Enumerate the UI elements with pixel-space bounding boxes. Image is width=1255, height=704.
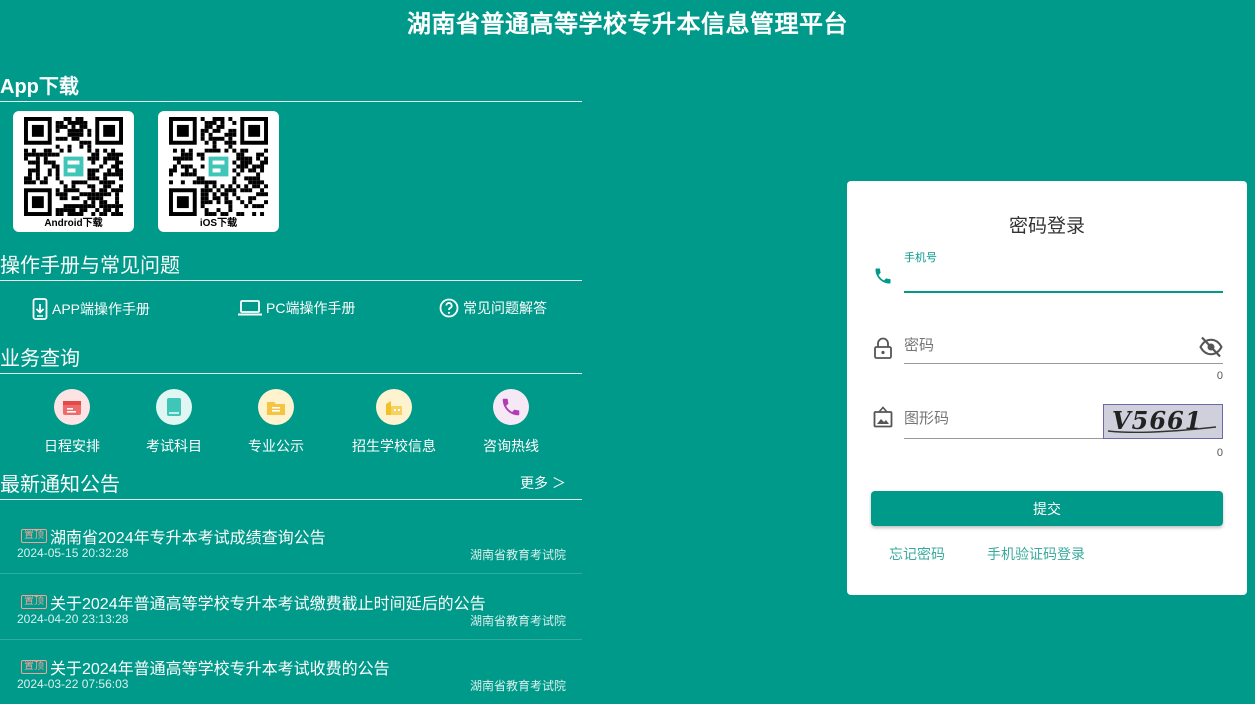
- mobile-download-icon: [32, 298, 48, 320]
- biz-school-info-label: 招生学校信息: [352, 438, 436, 454]
- faq-label: 常见问题解答: [463, 300, 547, 316]
- notice-date: 2024-03-22 07:56:03: [17, 677, 129, 691]
- lock-icon: [874, 337, 892, 359]
- notice-item[interactable]: 置顶 关于2024年普通高等学校专升本考试缴费截止时间延后的公告 2024-04…: [0, 573, 582, 640]
- manual-faq-heading: 操作手册与常见问题: [0, 249, 582, 281]
- school-icon: [376, 389, 412, 425]
- eye-off-icon[interactable]: [1199, 336, 1223, 358]
- ios-download-label: iOS下载: [199, 218, 238, 229]
- captcha-input[interactable]: [904, 410, 1094, 427]
- notice-date: 2024-05-15 20:32:28: [17, 546, 129, 560]
- notice-title-row[interactable]: 置顶 关于2024年普通高等学校专升本考试收费的公告: [21, 655, 390, 679]
- page-title: 湖南省普通高等学校专升本信息管理平台: [407, 11, 848, 38]
- biz-schedule-label: 日程安排: [44, 438, 100, 454]
- notice-item[interactable]: 置顶 湖南省2024年专升本考试成绩查询公告 2024-05-15 20:32:…: [0, 507, 582, 574]
- biz-major-announcement[interactable]: 专业公示: [226, 389, 326, 456]
- question-circle-icon: [439, 298, 459, 318]
- app-manual-label: APP端操作手册: [52, 301, 151, 317]
- submit-button[interactable]: 提交: [871, 491, 1223, 526]
- notice-title: 湖南省2024年专升本考试成绩查询公告: [50, 530, 326, 547]
- biz-major-announcement-label: 专业公示: [248, 438, 304, 454]
- notice-source: 湖南省教育考试院: [469, 548, 566, 562]
- book-icon: [156, 389, 192, 425]
- notice-title: 关于2024年普通高等学校专升本考试缴费截止时间延后的公告: [50, 596, 486, 613]
- business-query-heading: 业务查询: [0, 342, 582, 374]
- biz-hotline-label: 咨询热线: [483, 438, 539, 454]
- notice-title-row[interactable]: 置顶 关于2024年普通高等学校专升本考试缴费截止时间延后的公告: [21, 590, 486, 614]
- captcha-text: V5661: [1112, 406, 1202, 435]
- ios-qrcode: [169, 117, 268, 216]
- notice-source: 湖南省教育考试院: [469, 614, 566, 628]
- captcha-counter: 0: [1216, 447, 1223, 459]
- biz-school-info[interactable]: 招生学校信息: [344, 389, 444, 456]
- ios-qrcode-card[interactable]: iOS下载: [158, 111, 279, 232]
- pinned-badge: 置顶: [21, 660, 47, 674]
- forgot-password-link[interactable]: 忘记密码: [889, 544, 945, 564]
- captcha-field[interactable]: [904, 410, 1104, 439]
- phone-input[interactable]: [904, 267, 1184, 284]
- notice-title: 关于2024年普通高等学校专升本考试收费的公告: [50, 661, 390, 678]
- biz-exam-subjects-label: 考试科目: [146, 438, 202, 454]
- faq-link[interactable]: 常见问题解答: [439, 298, 547, 318]
- biz-schedule[interactable]: 日程安排: [22, 389, 122, 456]
- biz-hotline[interactable]: 咨询热线: [461, 389, 561, 456]
- sms-login-link[interactable]: 手机验证码登录: [987, 544, 1085, 564]
- laptop-icon: [238, 300, 262, 316]
- notice-item[interactable]: 置顶 关于2024年普通高等学校专升本考试收费的公告 2024-03-22 07…: [0, 638, 582, 704]
- captcha-image[interactable]: V5661: [1103, 404, 1223, 439]
- pinned-badge: 置顶: [21, 529, 47, 543]
- app-download-heading: App下载: [0, 70, 582, 102]
- login-title: 密码登录: [1008, 216, 1085, 237]
- pc-manual-link[interactable]: PC端操作手册: [238, 298, 355, 318]
- phone-field[interactable]: [904, 267, 1223, 293]
- notice-date: 2024-04-20 23:13:28: [17, 612, 129, 626]
- password-counter: 0: [1216, 370, 1223, 382]
- pinned-badge: 置顶: [21, 595, 47, 609]
- android-qrcode-card[interactable]: Android下载: [13, 111, 134, 232]
- app-manual-link[interactable]: APP端操作手册: [32, 298, 150, 320]
- image-icon: [873, 406, 893, 428]
- folder-icon: [258, 389, 294, 425]
- android-download-label: Android下载: [44, 218, 103, 229]
- password-input[interactable]: [904, 337, 1184, 354]
- phone-label: 手机号: [904, 252, 937, 264]
- password-field[interactable]: [904, 337, 1223, 364]
- android-qrcode: [24, 117, 123, 216]
- notice-source: 湖南省教育考试院: [469, 679, 566, 693]
- phone-icon: [493, 389, 529, 425]
- pc-manual-label: PC端操作手册: [266, 300, 356, 316]
- more-notices-link[interactable]: 更多 ＞: [520, 473, 566, 493]
- calendar-icon: [54, 389, 90, 425]
- notice-title-row[interactable]: 置顶 湖南省2024年专升本考试成绩查询公告: [21, 524, 326, 548]
- notice-heading: 最新通知公告: [0, 468, 582, 500]
- biz-exam-subjects[interactable]: 考试科目: [124, 389, 224, 456]
- login-card: 密码登录 手机号 0 V5661 0 提交 忘记密码 手机验证码登录: [847, 181, 1247, 595]
- phone-icon: [875, 268, 891, 284]
